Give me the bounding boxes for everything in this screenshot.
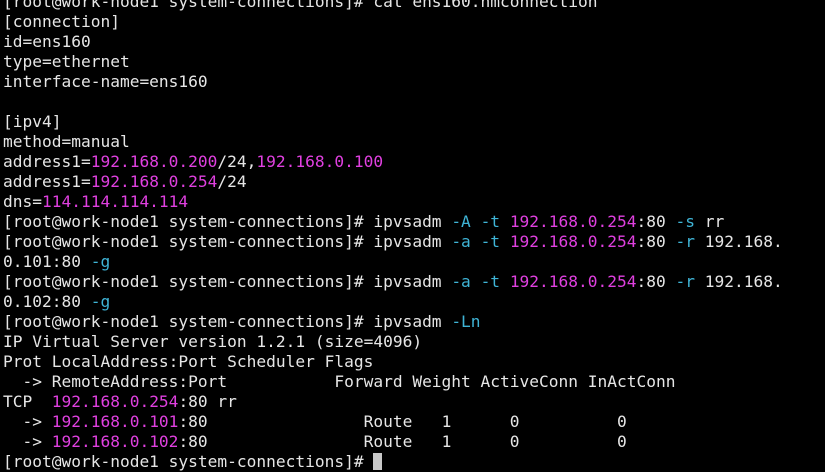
terminal-text: type=ethernet — [3, 52, 130, 71]
terminal-text: IP Virtual Server version 1.2.1 (size=40… — [3, 332, 423, 351]
ip-address-text: 192.168.0.254 — [509, 212, 637, 231]
terminal-text: id=ens160 — [3, 32, 91, 51]
ip-address-text: 192.168.0.100 — [256, 152, 384, 171]
terminal-line: -> 192.168.0.102:80 Route 1 0 0 — [3, 432, 825, 452]
terminal-text: 0.102:80 — [3, 292, 91, 311]
terminal-text: [root@work-node1 system-connections]# ip… — [3, 312, 452, 331]
command-flag-text: -r — [675, 232, 696, 251]
terminal-line: address1=192.168.0.200/24,192.168.0.100 — [3, 152, 825, 172]
command-flag-text: -g — [90, 252, 111, 271]
terminal-text: -> — [3, 412, 52, 431]
terminal-line: Prot LocalAddress:Port Scheduler Flags — [3, 352, 825, 372]
terminal-line: type=ethernet — [3, 52, 825, 72]
terminal-text: interface-name=ens160 — [3, 72, 208, 91]
terminal-text: address1= — [3, 152, 91, 171]
ip-address-text: 192.168.0.102 — [51, 432, 179, 451]
command-flag-text: -a — [451, 232, 471, 251]
terminal-text: [root@work-node1 system-connections]# ip… — [3, 232, 452, 251]
terminal-line: method=manual — [3, 132, 825, 152]
terminal-line: -> RemoteAddress:Port Forward Weight Act… — [3, 372, 825, 392]
terminal-line: [root@work-node1 system-connections]# ip… — [3, 272, 825, 292]
terminal-text: :80 — [636, 232, 676, 251]
terminal-text: Prot LocalAddress:Port Scheduler Flags — [3, 352, 374, 371]
terminal-text: [root@work-node1 system-connections]# ip… — [3, 212, 452, 231]
terminal-line: [ipv4] — [3, 112, 825, 132]
terminal-line: [root@work-node1 system-connections]# ip… — [3, 232, 825, 252]
terminal-cursor — [373, 453, 383, 470]
terminal-text: [connection] — [3, 12, 120, 31]
terminal-text: -> RemoteAddress:Port Forward Weight Act… — [3, 372, 676, 391]
terminal-line: 0.101:80 -g — [3, 252, 825, 272]
terminal-text: 192.168. — [695, 232, 783, 251]
command-flag-text: -g — [90, 292, 111, 311]
terminal-line: [root@work-node1 system-connections]# — [3, 452, 825, 472]
terminal-text: :80 rr — [178, 392, 237, 411]
terminal-text: [root@work-node1 system-connections]# — [3, 452, 374, 471]
terminal-text: -> — [3, 432, 52, 451]
terminal-text: address1= — [3, 172, 91, 191]
ip-address-text: 192.168.0.101 — [51, 412, 179, 431]
ip-address-text: 114.114.114.114 — [41, 192, 189, 211]
terminal-line: interface-name=ens160 — [3, 72, 825, 92]
terminal-text: [ipv4] — [3, 112, 62, 131]
command-flag-text: -t — [480, 232, 501, 251]
terminal-text: 0.101:80 — [3, 252, 91, 271]
terminal-text: rr — [695, 212, 725, 231]
terminal-text: :80 Route 1 0 0 — [178, 432, 627, 451]
command-flag-text: -a — [451, 272, 471, 291]
command-flag-text: -t — [480, 272, 501, 291]
terminal-text: /24, — [217, 152, 257, 171]
terminal-line: [root@work-node1 system-connections]# ca… — [3, 0, 825, 12]
command-flag-text: -t — [480, 212, 501, 231]
terminal-line: [connection] — [3, 12, 825, 32]
terminal-text: [root@work-node1 system-connections]# ip… — [3, 272, 452, 291]
terminal-line: address1=192.168.0.254/24 — [3, 172, 825, 192]
terminal-text: /24 — [217, 172, 247, 191]
terminal-line: IP Virtual Server version 1.2.1 (size=40… — [3, 332, 825, 352]
terminal-line: id=ens160 — [3, 32, 825, 52]
terminal-line: [root@work-node1 system-connections]# ip… — [3, 312, 825, 332]
ip-address-text: 192.168.0.254 — [51, 392, 179, 411]
ip-address-text: 192.168.0.254 — [90, 172, 218, 191]
terminal-text: :80 — [636, 272, 676, 291]
terminal-line: dns=114.114.114.114 — [3, 192, 825, 212]
terminal-text: 192.168. — [695, 272, 783, 291]
terminal-text: dns= — [3, 192, 42, 211]
terminal-text: TCP — [3, 392, 52, 411]
command-flag-text: -r — [675, 272, 696, 291]
terminal-text: method=manual — [3, 132, 130, 151]
terminal-window[interactable]: [root@work-node1 system-connections]# ca… — [0, 0, 825, 472]
command-flag-text: -Ln — [451, 312, 481, 331]
command-flag-text: -s — [675, 212, 696, 231]
command-flag-text: -A — [451, 212, 471, 231]
terminal-line: 0.102:80 -g — [3, 292, 825, 312]
terminal-line: TCP 192.168.0.254:80 rr — [3, 392, 825, 412]
terminal-line: -> 192.168.0.101:80 Route 1 0 0 — [3, 412, 825, 432]
terminal-text: :80 Route 1 0 0 — [178, 412, 627, 431]
terminal-text: :80 — [636, 212, 676, 231]
ip-address-text: 192.168.0.254 — [509, 232, 637, 251]
terminal-text: [root@work-node1 system-connections]# ca… — [3, 0, 598, 11]
terminal-line: [root@work-node1 system-connections]# ip… — [3, 212, 825, 232]
ip-address-text: 192.168.0.200 — [90, 152, 218, 171]
ip-address-text: 192.168.0.254 — [509, 272, 637, 291]
